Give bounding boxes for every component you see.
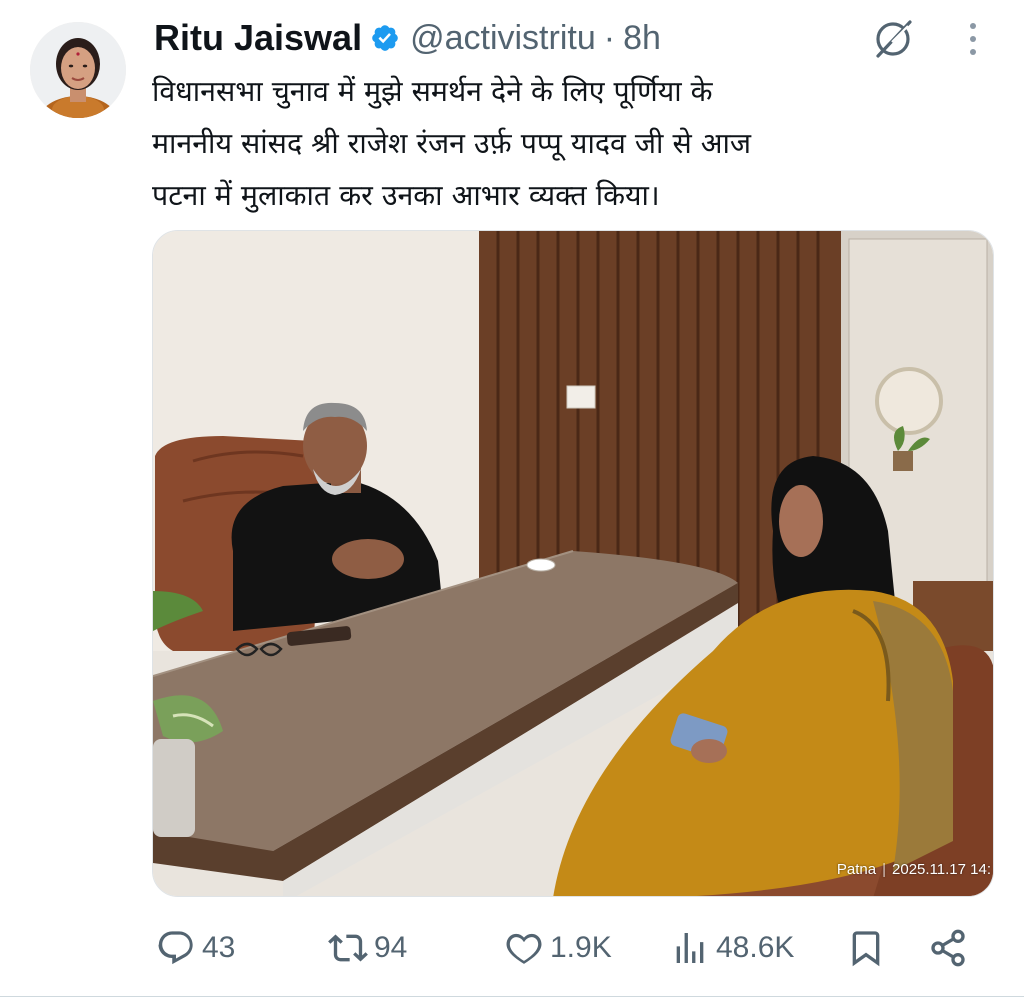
divider xyxy=(0,996,1024,997)
bookmark-icon xyxy=(852,931,880,967)
photo-stamp-datetime: 2025.11.17 14: xyxy=(892,861,991,878)
avatar[interactable] xyxy=(30,22,126,118)
reply-button[interactable]: 43 xyxy=(156,920,235,976)
like-count: 1.9K xyxy=(550,931,612,964)
action-bar: 43 94 1.9K 48.6K xyxy=(152,920,982,976)
photo-date-stamp: Patna | 2025.11.17 14: xyxy=(837,861,991,878)
verified-badge-icon xyxy=(372,25,398,51)
views-count: 48.6K xyxy=(716,931,795,964)
share-icon xyxy=(931,929,965,967)
views-icon xyxy=(676,933,704,963)
bookmark-button[interactable] xyxy=(846,920,886,976)
separator-dot: · xyxy=(603,18,616,57)
photo-stamp-separator: | xyxy=(882,861,887,878)
tweet-photo[interactable]: Patna | 2025.11.17 14: xyxy=(152,230,994,897)
tweet: Ritu Jaiswal @activistritu · 8h विधानसभा… xyxy=(0,0,1024,1008)
repost-button[interactable]: 94 xyxy=(328,920,407,976)
tweet-header: Ritu Jaiswal @activistritu · 8h xyxy=(154,14,661,62)
display-name[interactable]: Ritu Jaiswal xyxy=(154,17,362,59)
author-handle[interactable]: @activistritu xyxy=(410,19,596,58)
like-icon xyxy=(506,933,542,964)
repost-icon xyxy=(328,934,368,962)
photo-stamp-location: Patna xyxy=(836,861,877,878)
repost-count: 94 xyxy=(374,931,408,964)
tweet-text: विधानसभा चुनाव में मुझे समर्थन देने के ल… xyxy=(152,75,752,212)
photo-scene xyxy=(153,231,993,896)
reply-icon xyxy=(158,931,193,965)
share-button[interactable] xyxy=(928,920,968,976)
timestamp[interactable]: 8h xyxy=(623,19,661,58)
avatar-image xyxy=(30,22,126,118)
like-button[interactable]: 1.9K xyxy=(504,920,612,976)
more-options-icon[interactable] xyxy=(958,18,988,60)
views-button[interactable]: 48.6K xyxy=(670,920,794,976)
reply-count: 43 xyxy=(202,931,236,964)
grok-icon[interactable] xyxy=(868,14,918,64)
